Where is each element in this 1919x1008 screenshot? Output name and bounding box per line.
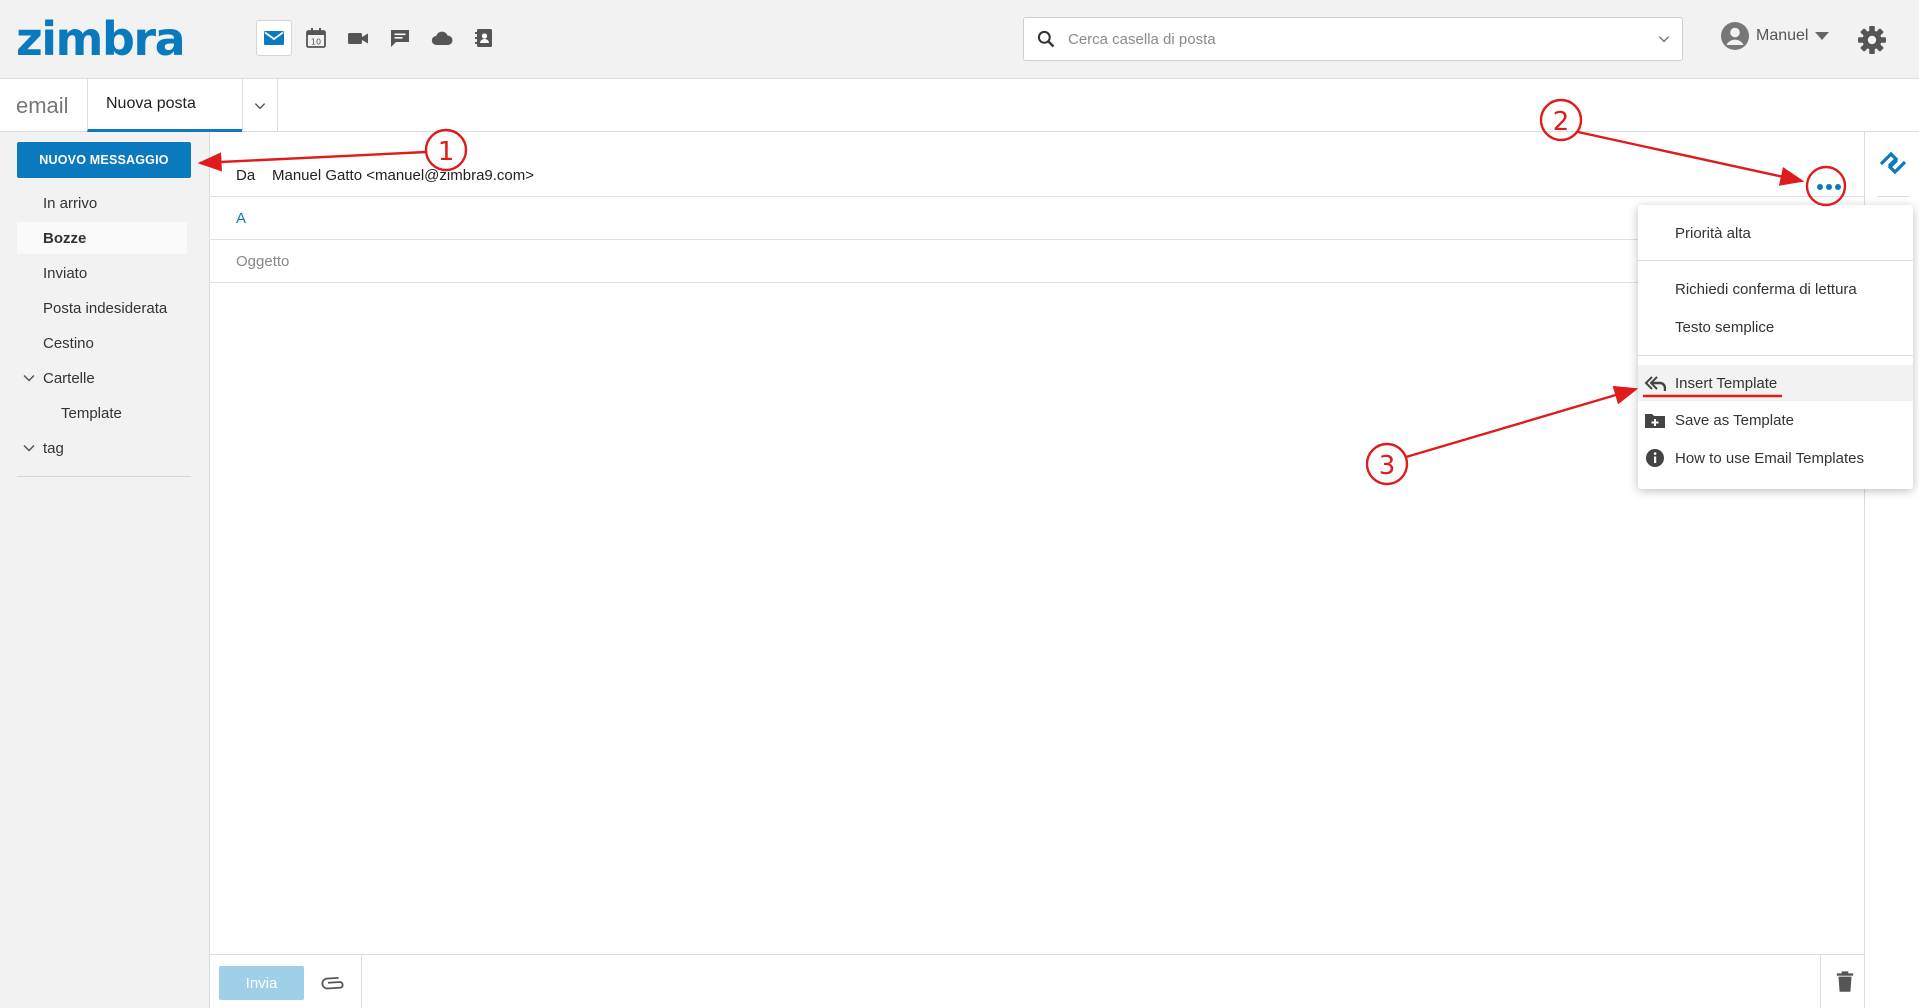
folder-list: In arrivo Bozze Inviato Posta indesidera… [17,187,187,467]
search-icon[interactable] [1024,18,1068,60]
sidebar-divider [17,476,191,477]
folder-add-icon [1645,414,1665,428]
from-row: Da Manuel Gatto <manuel@zimbra9.com> [210,154,1864,197]
reply-all-icon [1644,376,1666,391]
footer-divider [361,955,362,1008]
to-label[interactable]: A [210,210,272,227]
message-body-editor[interactable] [210,284,1864,939]
tab-bar: email Nuova posta [0,79,1919,132]
app-switcher: 10 [256,20,502,56]
mail-app-icon[interactable] [256,20,292,56]
avatar [1721,22,1749,50]
video-app-icon[interactable] [340,20,376,56]
menu-item-label: Save as Template [1675,411,1794,429]
compose-footer: Invia [210,954,1864,1008]
menu-item-label: How to use Email Templates [1675,449,1864,467]
zimbra-app: zimbra 10 Cerca casella di posta Manuel … [0,0,1919,1008]
new-message-button[interactable]: NUOVO MESSAGGIO [17,142,191,178]
user-menu[interactable]: Manuel [1720,20,1830,52]
settings-gear-icon[interactable] [1856,24,1888,56]
cloud-app-icon[interactable] [424,20,460,56]
zimbra-logo[interactable]: zimbra [16,12,186,66]
folder-group-cartelle[interactable]: Cartelle [17,362,187,394]
folder-group-tag[interactable]: tag [17,432,187,464]
module-label: email [16,93,69,118]
folder-template[interactable]: Template [17,397,187,429]
calendar-day-number: 10 [311,38,321,47]
folder-group-label: Cartelle [43,369,95,387]
menu-item-conferma-lettura[interactable]: Richiedi conferma di lettura [1638,271,1913,307]
paperclip-icon[interactable] [320,970,346,996]
from-value[interactable]: Manuel Gatto <manuel@zimbra9.com> [272,167,534,184]
user-name: Manuel [1756,27,1809,44]
mailbox-search [1023,17,1683,61]
menu-divider [1638,260,1913,261]
chat-app-icon[interactable] [382,20,418,56]
info-icon [1646,449,1664,467]
subject-row [210,240,1864,283]
menu-item-priorita-alta[interactable]: Priorità alta [1638,215,1913,251]
top-header: zimbra 10 Cerca casella di posta Manuel [0,0,1919,79]
folder-inviato[interactable]: Inviato [17,257,187,289]
compose-pane: Da Manuel Gatto <manuel@zimbra9.com> A I… [210,132,1864,1008]
folder-group-label: tag [43,439,64,457]
menu-item-how-to-use-templates[interactable]: How to use Email Templates [1638,440,1913,476]
folder-posta-indesiderata[interactable]: Posta indesiderata [17,292,187,324]
rail-divider [1877,196,1909,197]
menu-item-label: Insert Template [1675,374,1778,392]
folder-sidebar: NUOVO MESSAGGIO In arrivo Bozze Inviato … [0,132,210,1008]
chevron-down-icon[interactable] [23,372,35,384]
zimlet-logo-icon[interactable] [1878,148,1908,178]
chevron-down-icon[interactable] [23,442,35,454]
tabs-dropdown-chevron-icon[interactable] [242,79,278,132]
subject-input[interactable] [210,252,1110,270]
to-row[interactable]: A [210,197,1864,240]
footer-divider [1820,955,1821,1008]
menu-item-insert-template[interactable]: Insert Template [1638,365,1913,401]
contacts-app-icon[interactable] [466,20,502,56]
menu-item-save-as-template[interactable]: Save as Template [1638,402,1913,438]
caret-down-icon [1815,32,1830,40]
menu-divider [1638,355,1913,356]
calendar-app-icon[interactable]: 10 [298,20,334,56]
tab-nuova-posta[interactable]: Nuova posta [87,79,242,132]
menu-item-testo-semplice[interactable]: Testo semplice [1638,309,1913,345]
from-label: Da [236,166,256,184]
search-options-chevron-icon[interactable] [1646,18,1682,60]
folder-cestino[interactable]: Cestino [17,327,187,359]
compose-options-menu: Priorità alta Richiedi conferma di lettu… [1638,205,1913,489]
search-input[interactable] [1068,30,1646,48]
folder-bozze[interactable]: Bozze [17,222,187,254]
trash-icon[interactable] [1832,969,1858,995]
send-button[interactable]: Invia [219,966,304,1000]
folder-in-arrivo[interactable]: In arrivo [17,187,187,219]
